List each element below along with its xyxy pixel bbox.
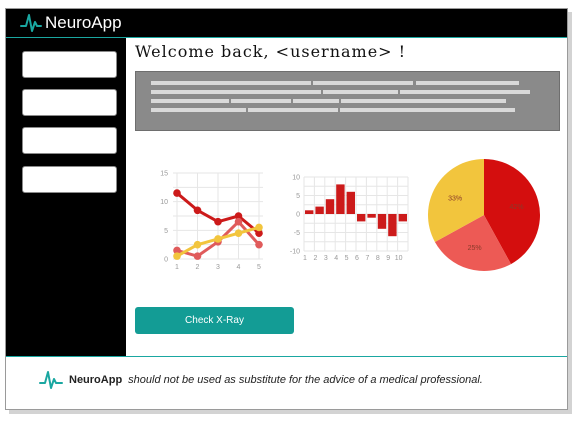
footer: NeuroApp should not be used as substitut… bbox=[6, 356, 567, 409]
y-tick-label: 5 bbox=[164, 228, 168, 235]
app-window: NeuroApp Welcome back, <username> ! 0 5 10… bbox=[5, 8, 568, 410]
text-line bbox=[340, 108, 515, 112]
x-tick-label: 1 bbox=[175, 264, 179, 271]
x-tick-label: 7 bbox=[365, 255, 369, 262]
main-content: Welcome back, <username> ! 0 5 10 15 1 2 3 4 5 -… bbox=[126, 38, 567, 356]
x-tick-label: 2 bbox=[196, 264, 200, 271]
sidebar-button-3[interactable] bbox=[22, 127, 117, 154]
data-point bbox=[173, 252, 181, 260]
text-line bbox=[151, 90, 321, 94]
text-line bbox=[151, 108, 246, 112]
y-tick-label: 0 bbox=[164, 257, 168, 264]
neuro-pulse-icon bbox=[39, 371, 63, 389]
y-tick-label: 15 bbox=[160, 171, 168, 178]
footer-brand-name: NeuroApp bbox=[69, 374, 123, 386]
text-line bbox=[231, 99, 291, 103]
x-tick-label: 2 bbox=[313, 255, 317, 262]
bar-chart: -10-505101 2 3 4 5 6 7 8 9 10 bbox=[290, 175, 409, 262]
y-tick-label: -5 bbox=[294, 230, 300, 237]
pie-label: 25% bbox=[468, 245, 482, 252]
disclaimer: NeuroApp should not be used as substitut… bbox=[39, 369, 483, 391]
brand-name: NeuroApp bbox=[45, 13, 122, 32]
text-line bbox=[248, 108, 338, 112]
data-point bbox=[255, 223, 263, 232]
disclaimer-text: should not be used as substitute for the… bbox=[128, 374, 483, 386]
text-line bbox=[151, 99, 229, 103]
x-tick-label: 8 bbox=[376, 255, 380, 262]
data-point bbox=[234, 217, 243, 226]
data-point bbox=[193, 252, 202, 260]
y-tick-label: 0 bbox=[296, 212, 300, 219]
text-line bbox=[323, 90, 398, 94]
bar bbox=[367, 214, 376, 218]
neuro-pulse-icon bbox=[20, 14, 42, 32]
x-tick-label: 4 bbox=[237, 264, 241, 271]
pie-label: 33% bbox=[448, 195, 462, 202]
data-point bbox=[193, 206, 202, 215]
data-point bbox=[214, 235, 222, 243]
text-line bbox=[341, 99, 506, 103]
x-tick-label: 5 bbox=[345, 255, 349, 262]
line-chart: 0 5 10 15 1 2 3 4 5 bbox=[160, 171, 263, 271]
y-tick-label: 10 bbox=[160, 199, 168, 206]
bar bbox=[315, 206, 324, 214]
y-tick-label: 10 bbox=[292, 175, 300, 182]
x-tick-label: 6 bbox=[355, 255, 359, 262]
bar bbox=[398, 214, 407, 222]
bar bbox=[346, 191, 355, 214]
text-line bbox=[151, 81, 311, 85]
data-point bbox=[214, 217, 222, 226]
x-tick-label: 10 bbox=[395, 255, 403, 262]
bar bbox=[388, 214, 397, 237]
x-tick-label: 1 bbox=[303, 255, 307, 262]
bar bbox=[357, 214, 366, 222]
x-tick-label: 4 bbox=[334, 255, 338, 262]
bar bbox=[325, 199, 335, 214]
sidebar-button-1[interactable] bbox=[22, 51, 117, 78]
bar bbox=[305, 210, 314, 214]
text-line bbox=[416, 81, 519, 85]
data-point bbox=[255, 240, 263, 249]
brand[interactable]: NeuroApp bbox=[20, 12, 122, 34]
x-tick-label: 3 bbox=[216, 264, 220, 271]
data-point bbox=[234, 229, 243, 237]
bar bbox=[336, 184, 345, 214]
welcome-heading: Welcome back, <username> ! bbox=[135, 42, 407, 61]
y-tick-label: -10 bbox=[290, 249, 300, 256]
text-line bbox=[293, 99, 339, 103]
sidebar bbox=[6, 38, 126, 356]
pie-chart: 42% 25% 33% bbox=[428, 159, 540, 271]
sidebar-button-2[interactable] bbox=[22, 89, 117, 116]
data-point bbox=[173, 189, 181, 197]
text-line bbox=[400, 90, 530, 94]
check-xray-button[interactable]: Check X-Ray bbox=[135, 307, 294, 334]
top-bar: NeuroApp bbox=[6, 9, 567, 38]
x-tick-label: 3 bbox=[324, 255, 328, 262]
x-tick-label: 9 bbox=[386, 255, 390, 262]
text-line bbox=[313, 81, 413, 85]
x-tick-label: 5 bbox=[257, 264, 261, 271]
sidebar-button-4[interactable] bbox=[22, 166, 117, 193]
data-point bbox=[193, 240, 202, 249]
y-tick-label: 5 bbox=[296, 193, 300, 200]
placeholder-text-block bbox=[135, 71, 560, 131]
pie-label: 42% bbox=[510, 204, 524, 211]
bar bbox=[377, 214, 387, 229]
